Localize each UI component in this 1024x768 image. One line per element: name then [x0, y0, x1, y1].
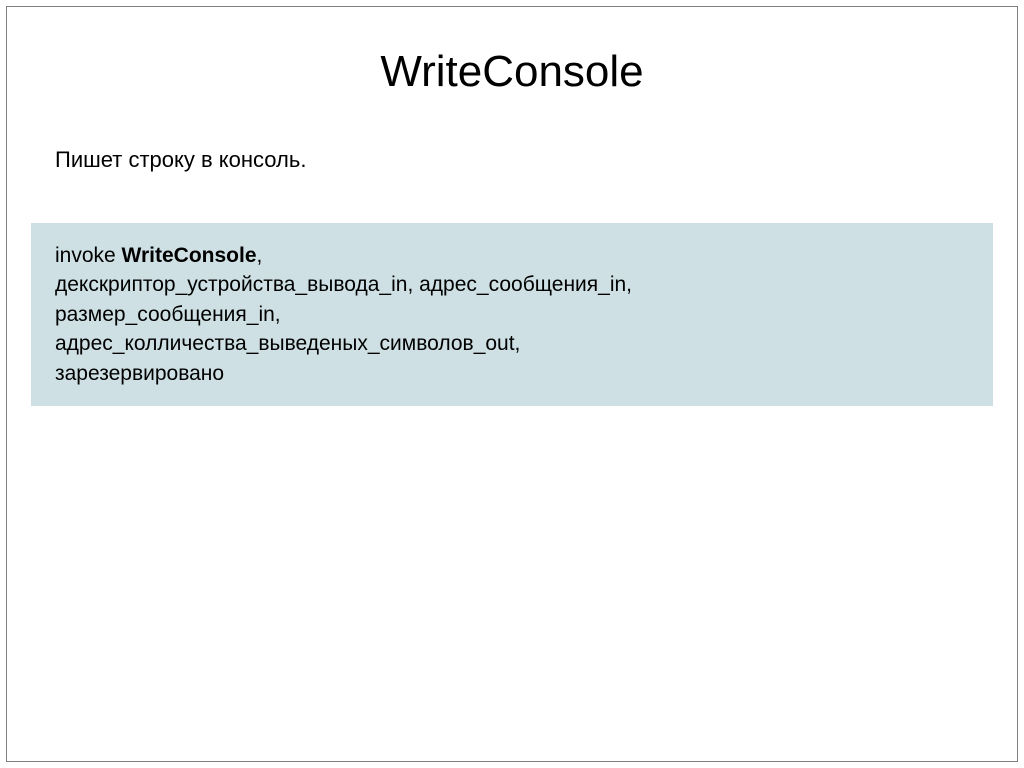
code-line-1: invoke WriteConsole, — [55, 241, 969, 270]
slide-frame: WriteConsole Пишет строку в консоль. inv… — [6, 6, 1018, 762]
code-line-5: зарезервировано — [55, 359, 969, 388]
code-line-4: адрес_колличества_выведеных_символов_out… — [55, 329, 969, 358]
slide-title: WriteConsole — [7, 47, 1017, 97]
code-block: invoke WriteConsole, декскриптор_устройс… — [31, 223, 993, 406]
code-suffix: , — [257, 244, 263, 267]
slide-description: Пишет строку в консоль. — [7, 147, 1017, 173]
code-keyword: invoke — [55, 244, 116, 267]
code-funcname: WriteConsole — [122, 244, 257, 267]
code-line-3: размер_сообщения_in, — [55, 300, 969, 329]
code-line-2: декскриптор_устройства_вывода_in, адрес_… — [55, 270, 969, 299]
